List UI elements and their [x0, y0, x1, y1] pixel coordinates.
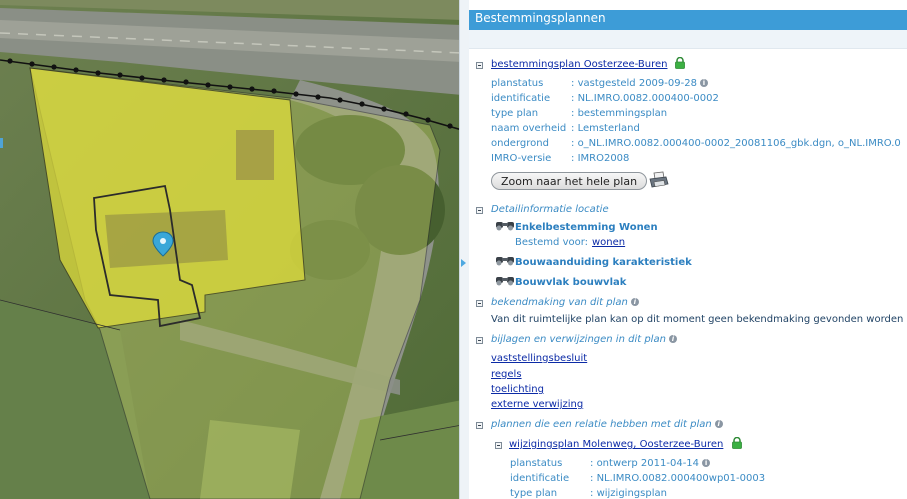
panel-toolbar-band	[469, 30, 907, 49]
printer-icon[interactable]	[649, 171, 669, 189]
field-value: : vastgesteld 2009-09-28 i	[571, 78, 708, 90]
detail-sub-link[interactable]: wonen	[592, 237, 625, 249]
collapse-icon[interactable]	[476, 337, 483, 344]
field-value: : IMRO2008	[571, 153, 630, 164]
binoculars-icon[interactable]	[495, 254, 515, 266]
collapse-icon[interactable]	[476, 300, 483, 307]
info-icon[interactable]: i	[702, 459, 711, 467]
panel-splitter[interactable]	[459, 0, 469, 499]
field-label: planstatus	[491, 78, 544, 89]
related-plan-link[interactable]: wijzigingsplan Molenweg, Oosterzee-Buren	[509, 439, 723, 451]
bijlage-link[interactable]: toelichting	[491, 384, 544, 396]
map-view[interactable]	[0, 0, 462, 499]
panel-header: Bestemmingsplannen	[469, 0, 907, 30]
lock-icon	[675, 57, 685, 69]
relaties-section-title: plannen die een relatie hebben met dit p…	[491, 419, 723, 431]
bijlagen-section-title: bijlagen en verwijzingen in dit plan i	[491, 334, 677, 346]
collapse-arrow-icon[interactable]	[461, 259, 466, 267]
collapse-icon[interactable]	[476, 207, 483, 214]
field-label: identificatie	[510, 473, 570, 484]
detail-item-name[interactable]: Bouwvlak bouwvlak	[515, 277, 626, 289]
field-value: : wijzigingsplan	[590, 488, 667, 499]
binoculars-icon[interactable]	[495, 274, 515, 286]
info-icon[interactable]: i	[630, 298, 639, 306]
collapse-icon[interactable]	[495, 442, 502, 449]
field-value: : bestemmingsplan	[571, 108, 668, 119]
info-icon[interactable]: i	[714, 420, 723, 428]
field-label: type plan	[491, 108, 539, 119]
field-value: : NL.IMRO.0082.000400wp01-0003	[590, 473, 766, 484]
field-label: planstatus	[510, 458, 563, 469]
bijlage-link[interactable]: externe verwijzing	[491, 399, 583, 411]
map-edge-indicator	[0, 138, 3, 148]
field-value: : o_NL.IMRO.0082.000400-0002_20081106_gb…	[571, 138, 901, 149]
lock-icon	[732, 437, 742, 449]
info-icon[interactable]: i	[668, 335, 677, 343]
detail-sub-label: Bestemd voor:	[515, 237, 589, 248]
detail-section-title: Detailinformatie locatie	[491, 204, 609, 215]
field-label: identificatie	[491, 93, 551, 104]
aerial-map[interactable]	[0, 0, 462, 499]
bekendmaking-text: Van dit ruimtelijke plan kan op dit mome…	[491, 314, 904, 325]
field-value: : Lemsterland	[571, 123, 640, 134]
detail-item-name[interactable]: Enkelbestemming Wonen	[515, 222, 658, 234]
zoom-to-plan-button[interactable]: Zoom naar het hele plan	[491, 172, 648, 190]
bekendmaking-section-title: bekendmaking van dit plan i	[491, 297, 639, 309]
bijlage-link[interactable]: vaststellingsbesluit	[491, 353, 587, 365]
collapse-icon[interactable]	[476, 422, 483, 429]
collapse-icon[interactable]	[476, 62, 483, 69]
field-label: type plan	[510, 488, 558, 499]
field-value: : NL.IMRO.0082.000400-0002	[571, 93, 719, 104]
panel-title: Bestemmingsplannen	[475, 11, 606, 25]
field-value: : ontwerp 2011-04-14 i	[590, 458, 711, 470]
field-label: IMRO-versie	[491, 153, 552, 164]
info-panel: Bestemmingsplannen bestemmingsplan Ooste…	[469, 0, 907, 499]
field-label: ondergrond	[491, 138, 549, 149]
field-label: naam overheid	[491, 123, 567, 134]
bijlage-link[interactable]: regels	[491, 369, 522, 381]
binoculars-icon[interactable]	[495, 219, 515, 231]
detail-item-name[interactable]: Bouwaanduiding karakteristiek	[515, 257, 692, 269]
plan-name-link[interactable]: bestemmingsplan Oosterzee-Buren	[491, 59, 667, 71]
info-icon[interactable]: i	[699, 79, 708, 87]
